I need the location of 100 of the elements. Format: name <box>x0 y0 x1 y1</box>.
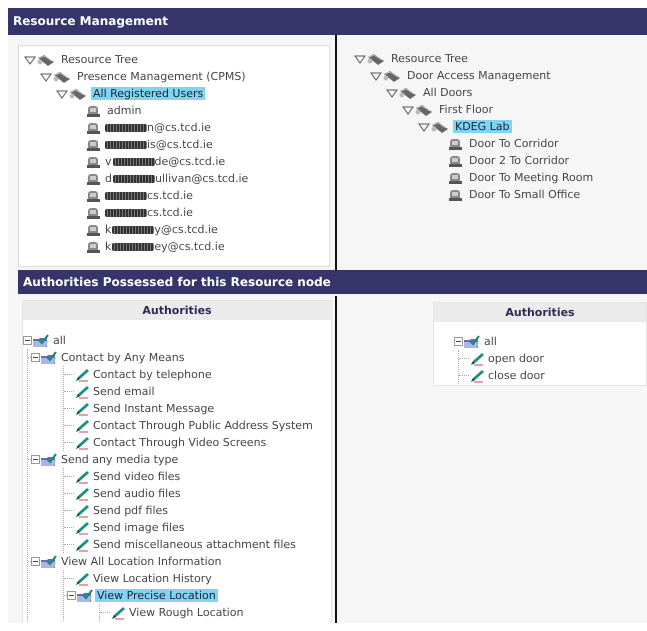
tree-item[interactable]: Door 2 To Corridor <box>467 154 572 167</box>
tree-item[interactable]: open door <box>486 352 546 365</box>
tree-item-text: de@cs.tcd.ie <box>154 155 226 168</box>
tree-item-text: d <box>105 172 112 185</box>
node-icon <box>86 188 102 202</box>
node-icon <box>86 206 102 220</box>
column-header: Authorities <box>434 303 646 322</box>
tree-item-text: k <box>105 240 112 253</box>
node-icon <box>86 120 102 134</box>
pen-icon <box>74 418 90 432</box>
pen-icon <box>74 436 90 450</box>
folder-check-icon <box>76 588 94 602</box>
tree-item[interactable]: Door To Corridor <box>467 137 561 150</box>
tree-item[interactable]: Contact by Any Means <box>59 351 186 364</box>
device-icon <box>52 70 72 84</box>
folder-check-icon <box>40 350 58 364</box>
node-icon <box>86 138 102 152</box>
collapse-toggle-icon[interactable] <box>454 337 463 346</box>
pen-icon <box>74 486 90 500</box>
section-title: Authorities Possessed for this Resource node <box>22 274 331 291</box>
tree-item[interactable]: Send audio files <box>91 487 183 500</box>
tree-item[interactable]: Send miscellaneous attachment files <box>91 538 298 551</box>
tree-item[interactable]: View All Location Information <box>59 555 224 568</box>
collapse-toggle-icon[interactable] <box>23 336 32 345</box>
folder-check-icon <box>40 452 58 466</box>
tree-item[interactable]: Send any media type <box>59 453 180 466</box>
tree-item[interactable]: Resource Tree <box>389 52 470 65</box>
pen-icon <box>74 538 90 552</box>
node-icon <box>86 172 102 186</box>
expander-icon[interactable] <box>386 88 398 98</box>
node-icon <box>448 154 464 168</box>
tree-item[interactable]: KDEG Lab <box>453 120 512 133</box>
tree-item[interactable]: admin <box>105 104 144 117</box>
device-icon <box>414 102 434 116</box>
device-icon <box>68 86 88 100</box>
tree-item[interactable]: All Doors <box>421 86 474 99</box>
tree-item[interactable]: Door To Meeting Room <box>467 171 596 184</box>
tree-item[interactable]: View Location History <box>91 572 214 585</box>
pen-icon <box>469 368 485 382</box>
tree-item[interactable]: Contact by telephone <box>91 368 214 381</box>
expander-icon[interactable] <box>418 122 430 132</box>
expander-icon[interactable] <box>402 104 414 114</box>
tree-item[interactable]: Send Instant Message <box>91 402 216 415</box>
expander-icon[interactable] <box>24 54 36 64</box>
tree-item[interactable]: all <box>482 335 499 348</box>
tree-item-text: is@cs.tcd.ie <box>147 138 213 151</box>
tree-item[interactable]: View Rough Location <box>127 606 246 619</box>
tree-item[interactable]: Contact Through Public Address System <box>91 419 315 432</box>
tree-item-text: n@cs.tcd.ie <box>147 121 211 134</box>
pen-icon <box>74 572 90 586</box>
tree-item[interactable]: Resource Tree <box>59 53 140 66</box>
pen-icon <box>74 402 90 416</box>
node-icon <box>448 188 464 202</box>
tree-item[interactable]: First Floor <box>437 103 496 116</box>
node-icon <box>86 104 102 118</box>
expander-icon[interactable] <box>370 70 382 80</box>
column-header: Authorities <box>23 301 331 320</box>
tree-item[interactable]: Door Access Management <box>405 69 553 82</box>
pen-icon <box>74 504 90 518</box>
pen-icon <box>469 352 485 366</box>
tree-item-text: cs.tcd.ie <box>147 206 193 219</box>
pen-icon <box>74 470 90 484</box>
pen-icon <box>74 520 90 534</box>
pen-icon <box>110 606 126 620</box>
node-icon <box>448 170 464 184</box>
collapse-toggle-icon[interactable] <box>67 591 76 600</box>
collapse-toggle-icon[interactable] <box>31 353 40 362</box>
tree-item[interactable]: Send email <box>91 385 157 398</box>
tree-item[interactable]: all <box>51 334 68 347</box>
tree-item-text: k <box>105 223 112 236</box>
device-icon <box>398 86 418 100</box>
pen-icon <box>74 368 90 382</box>
tree-item-text: ey@cs.tcd.ie <box>154 240 225 253</box>
expander-icon[interactable] <box>40 72 52 82</box>
collapse-toggle-icon[interactable] <box>31 455 40 464</box>
tree-item-text: v <box>105 155 112 168</box>
tree-item[interactable]: Send image files <box>91 521 186 534</box>
tree-item[interactable]: All Registered Users <box>91 87 206 100</box>
node-icon <box>86 240 102 254</box>
folder-check-icon <box>463 334 481 348</box>
tree-item-text: cs.tcd.ie <box>147 189 193 202</box>
panel-title: Resource Management <box>8 8 647 35</box>
pen-icon <box>74 384 90 398</box>
tree-item[interactable]: Send pdf files <box>91 504 170 517</box>
folder-check-icon <box>40 554 58 568</box>
tree-item[interactable]: Contact Through Video Screens <box>91 436 268 449</box>
expander-icon[interactable] <box>56 88 68 98</box>
collapse-toggle-icon[interactable] <box>31 557 40 566</box>
node-icon <box>86 154 102 168</box>
folder-check-icon <box>32 334 50 348</box>
device-icon <box>430 120 450 134</box>
tree-item[interactable]: Send video files <box>91 470 182 483</box>
tree-item-text: ullivan@cs.tcd.ie <box>154 172 248 185</box>
tree-item[interactable]: close door <box>486 369 547 382</box>
tree-item[interactable]: Presence Management (CPMS) <box>75 70 248 83</box>
device-icon <box>366 52 386 66</box>
tree-item[interactable]: View Precise Location <box>95 589 218 602</box>
tree-item[interactable]: Door To Small Office <box>467 188 582 201</box>
node-icon <box>448 136 464 150</box>
expander-icon[interactable] <box>354 54 366 64</box>
